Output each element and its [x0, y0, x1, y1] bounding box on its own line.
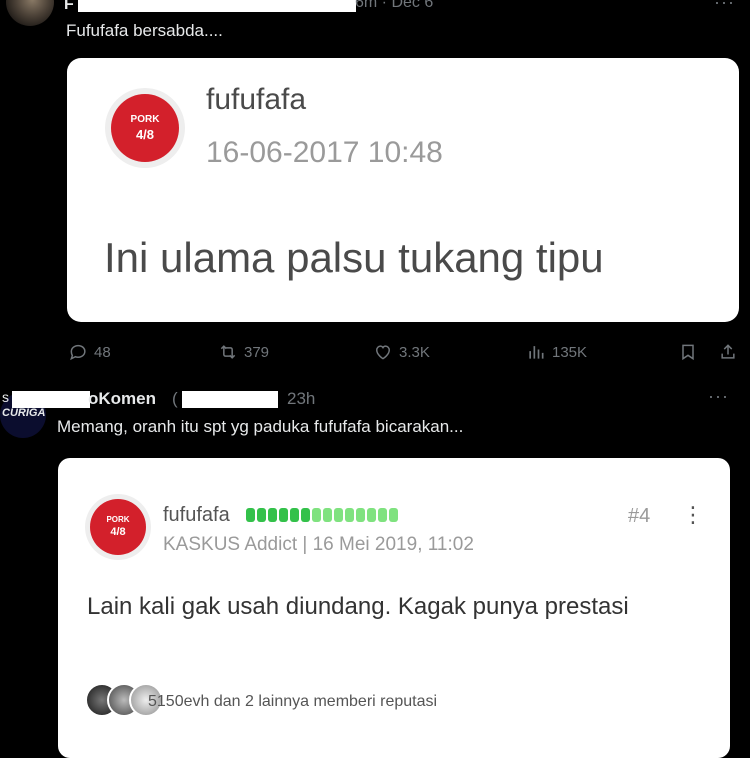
rank-segment — [257, 508, 266, 522]
like-count: 3.3K — [399, 343, 430, 361]
rank-bar — [246, 508, 398, 522]
reputation-text: 5150evh dan 2 lainnya memberi reputasi — [148, 693, 438, 710]
share-icon — [721, 344, 735, 359]
rank-segment — [334, 508, 343, 522]
redacted-author-name — [12, 391, 90, 408]
rank-segment — [290, 508, 299, 522]
avatar-text: CURIGA — [2, 407, 46, 419]
tweet-image[interactable]: PORK 4/8 fufufafa 16-06-2017 10:48 Ini u… — [67, 58, 739, 322]
repost-count: 379 — [244, 343, 270, 361]
rank-segment — [345, 508, 354, 522]
post-body: Lain kali gak usah diundang. Kagak punya… — [87, 593, 629, 620]
repost-icon — [220, 345, 236, 359]
rank-segment — [389, 508, 398, 522]
analytics-icon — [529, 346, 544, 359]
rank-segment — [268, 508, 277, 522]
heart-icon — [375, 345, 391, 360]
rank-segment — [246, 508, 255, 522]
redacted-author-handle — [182, 391, 278, 408]
author-name[interactable]: oKomen — [88, 389, 156, 409]
logo-subtext: 4/8 — [135, 127, 155, 142]
rank-segment — [312, 508, 321, 522]
reply-button[interactable]: 48 — [68, 340, 111, 364]
reputation-avatars — [85, 683, 163, 717]
logo-text: PORK — [106, 515, 130, 524]
kebab-menu-icon: ⋮ — [682, 502, 704, 527]
views-button[interactable]: 135K — [526, 340, 587, 364]
share-button[interactable] — [718, 340, 744, 364]
post-datetime: 16-06-2017 10:48 — [206, 136, 443, 169]
post-meta: KASKUS Addict | 16 Mei 2019, 11:02 — [163, 534, 474, 555]
post-username: fufufafa — [206, 83, 307, 116]
author-name-initial[interactable]: F — [64, 0, 74, 14]
more-options-icon[interactable]: ··· — [708, 386, 729, 407]
reply-icon — [70, 344, 86, 361]
tweet-text: Fufufafa bersabda.... — [66, 21, 223, 40]
rank-segment — [279, 508, 288, 522]
post-username: fufufafa — [163, 504, 230, 526]
like-button[interactable]: 3.3K — [373, 340, 430, 364]
rank-segment — [378, 508, 387, 522]
author-handle-prefix: ( — [172, 389, 178, 408]
author-name-initial[interactable]: s — [2, 389, 9, 405]
bookmark-button[interactable] — [678, 340, 704, 364]
rank-segment — [323, 508, 332, 522]
logo-badge-icon: PORK 4/8 — [111, 94, 179, 162]
bookmark-icon — [682, 344, 694, 361]
tweet-timestamp[interactable]: 23h — [287, 389, 315, 409]
reply-count: 48 — [94, 343, 111, 361]
post-body: Ini ulama palsu tukang tipu — [104, 234, 604, 281]
rank-segment — [367, 508, 376, 522]
tweet-timestamp[interactable]: 6m · Dec 6 — [355, 0, 433, 12]
logo-subtext: 4/8 — [110, 526, 126, 538]
more-options-icon[interactable]: ··· — [714, 0, 735, 13]
logo-text: PORK — [130, 114, 160, 125]
post-number: #4 — [628, 505, 651, 527]
redacted-author-name — [78, 0, 356, 12]
profile-logo: PORK 4/8 — [85, 494, 151, 560]
view-count: 135K — [552, 343, 588, 361]
rank-segment — [301, 508, 310, 522]
logo-badge-icon: PORK 4/8 — [90, 499, 146, 555]
avatar[interactable] — [6, 0, 54, 26]
tweet-text: Memang, oranh itu spt yg paduka fufufafa… — [57, 417, 464, 436]
tweet-image[interactable]: PORK 4/8 fufufafa #4 ⋮ KASKUS Addict | 1… — [58, 458, 730, 758]
repost-button[interactable]: 379 — [218, 340, 269, 364]
profile-logo: PORK 4/8 — [105, 88, 185, 168]
rank-segment — [356, 508, 365, 522]
